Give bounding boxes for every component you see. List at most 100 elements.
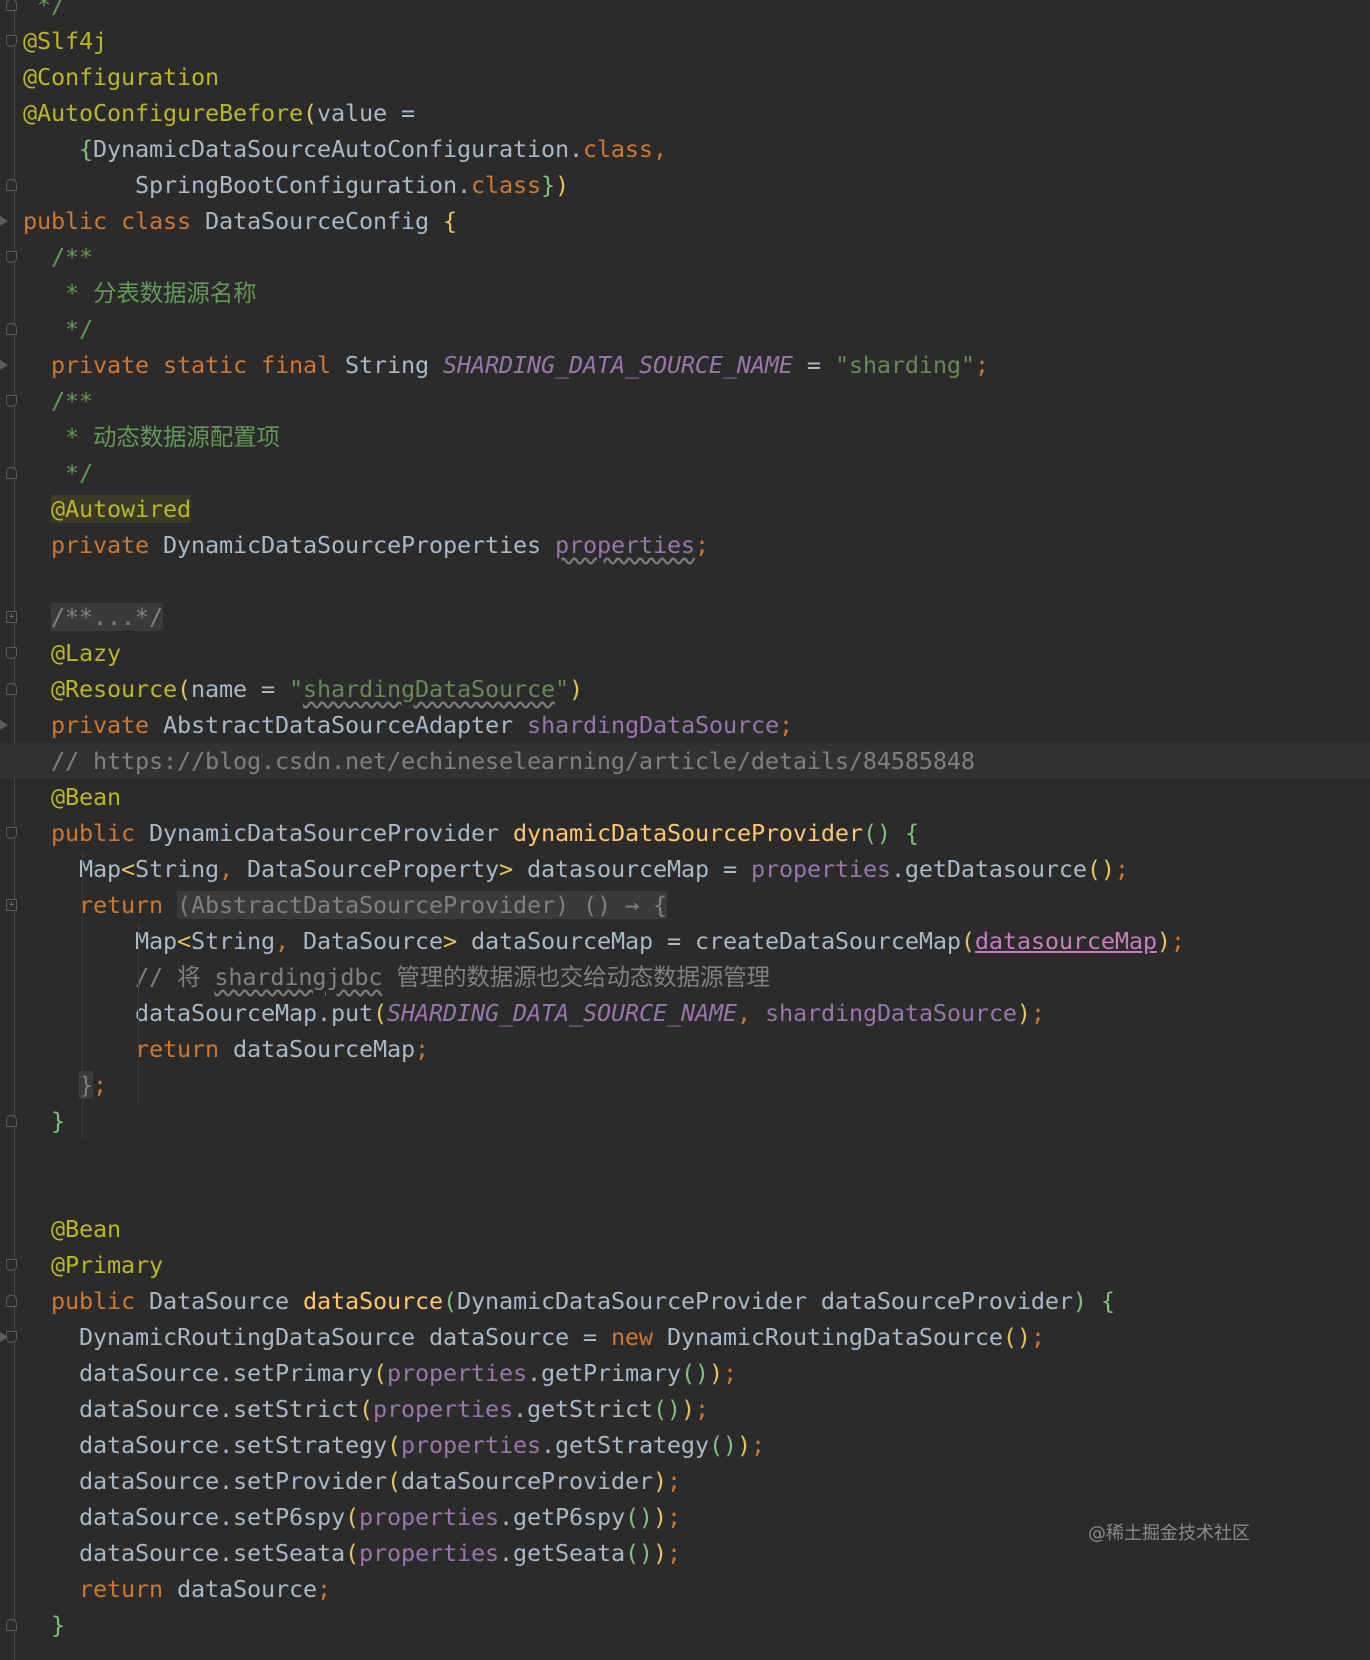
code-line[interactable] [0,1175,1370,1211]
code-line[interactable]: @AutoConfigureBefore(value = [0,95,1370,131]
code-line[interactable]: }; [0,1067,1370,1103]
code-line[interactable]: dataSource.setProvider(dataSourceProvide… [0,1463,1370,1499]
watermark: @稀土掘金技术社区 [1088,1523,1250,1544]
code-token: .getDatasource [890,855,1087,883]
code-token: " [554,675,569,703]
code-token: SpringBootConfiguration. [135,171,471,199]
code-token: DynamicDataSourceProvider dataSourceProv… [456,1287,1073,1315]
code-line[interactable]: /** [0,383,1370,419]
code-line[interactable]: SpringBootConfiguration.class}) [0,167,1370,203]
code-line[interactable] [0,1139,1370,1175]
code-line[interactable]: /** [0,239,1370,275]
code-line[interactable]: @Autowired [0,491,1370,527]
code-line[interactable]: private AbstractDataSourceAdapter shardi… [0,707,1370,743]
code-token: return [79,1575,177,1603]
code-line[interactable]: @Primary [0,1247,1370,1283]
code-token: ( [442,1287,457,1315]
code-token: String [191,927,275,955]
code-token: dataSourceMap [233,1035,415,1063]
code-line[interactable]: * 分表数据源名称 [0,275,1370,311]
code-line[interactable]: @Resource(name = "shardingDataSource") [0,671,1370,707]
code-line[interactable]: public DynamicDataSourceProvider dynamic… [0,815,1370,851]
code-token: ( [372,999,387,1027]
code-token: * 分表数据源名称 [51,279,257,307]
code-token: dataSource.setStrict [79,1395,359,1423]
code-token: ( [372,1359,387,1387]
code-token: ; [666,1539,681,1567]
code-token: () [624,1503,653,1531]
code-line[interactable]: } [0,1103,1370,1139]
code-token: ( [386,1467,401,1495]
code-line[interactable]: private static final String SHARDING_DAT… [0,347,1370,383]
code-line[interactable]: @Bean [0,779,1370,815]
code-token: ( [344,1539,359,1567]
code-token: Map [79,855,121,883]
code-line[interactable]: dataSource.setStrategy(properties.getStr… [0,1427,1370,1463]
code-line[interactable]: return (AbstractDataSourceProvider) () →… [0,887,1370,923]
code-line[interactable]: Map<String, DataSourceProperty> datasour… [0,851,1370,887]
code-line[interactable]: @Lazy [0,635,1370,671]
code-token: String [135,855,219,883]
code-line[interactable]: @Slf4j [0,23,1370,59]
code-line-text: dataSource.setSeata(properties.getSeata(… [23,1535,681,1571]
code-line[interactable]: return dataSourceMap; [0,1031,1370,1067]
code-token: properties [372,1395,513,1423]
code-line-text: // 将 shardingjdbc 管理的数据源也交给动态数据源管理 [23,959,770,995]
code-token: (AbstractDataSourceProvider) () → { [177,891,667,919]
code-token: datasourceMap = [512,855,751,883]
indent-guide [82,851,83,1139]
code-token: SHARDING_DATA_SOURCE_NAME [442,351,793,379]
code-line-text: @Autowired [23,491,191,527]
code-token: /** [51,387,93,415]
code-line[interactable]: Map<String, DataSource> dataSourceMap = … [0,923,1370,959]
code-line-text: // https://blog.csdn.net/echineselearnin… [23,743,975,779]
code-token: properties [386,1359,527,1387]
code-token: DynamicRoutingDataSource [666,1323,1003,1351]
code-editor[interactable]: + + */@Slf4j @Configuration @AutoConfigureB… [0,0,1370,1660]
code-token: dataSource [302,1287,443,1315]
code-token: */ [37,0,65,19]
code-token: ) [708,1359,723,1387]
code-line[interactable]: private DynamicDataSourceProperties prop… [0,527,1370,563]
code-line[interactable]: */ [0,311,1370,347]
code-line[interactable]: // https://blog.csdn.net/echineselearnin… [0,743,1370,779]
code-token: shardingjdbc [214,963,383,991]
code-token: { [442,207,457,235]
code-line[interactable]: return dataSource; [0,1571,1370,1607]
code-line[interactable]: DynamicRoutingDataSource dataSource = ne… [0,1319,1370,1355]
code-line[interactable]: @Bean [0,1211,1370,1247]
code-token: DynamicDataSourceAutoConfiguration. [93,135,583,163]
code-token: ( [176,675,191,703]
code-token: > [442,927,457,955]
code-line[interactable]: */ [0,0,1370,23]
code-line[interactable]: public class DataSourceConfig { [0,203,1370,239]
code-line[interactable]: */ [0,455,1370,491]
code-line-text: private DynamicDataSourceProperties prop… [23,527,709,563]
code-line-text: @Primary [23,1247,163,1283]
code-token: = [792,351,835,379]
code-token: DynamicDataSourceProvider [149,819,513,847]
code-line[interactable]: dataSource.setStrict(properties.getStric… [0,1391,1370,1427]
code-token: @Resource [51,675,177,703]
code-line[interactable]: dataSource.setPrimary(properties.getPrim… [0,1355,1370,1391]
code-line[interactable]: /**...*/ [0,599,1370,635]
code-line[interactable] [0,563,1370,599]
code-line-text: @Slf4j [23,23,107,59]
code-line[interactable]: public DataSource dataSource(DynamicData… [0,1283,1370,1319]
code-line-text: @AutoConfigureBefore(value = [23,95,429,131]
code-line[interactable]: {DynamicDataSourceAutoConfiguration.clas… [0,131,1370,167]
code-line[interactable]: @Configuration [0,59,1370,95]
code-token: .getPrimary [526,1359,681,1387]
code-line[interactable]: dataSourceMap.put(SHARDING_DATA_SOURCE_N… [0,995,1370,1031]
code-token: dataSource [177,1575,317,1603]
code-token: , [736,999,765,1027]
code-token: // https://blog.csdn.net/echineselearnin… [51,747,975,775]
code-line-text: * 分表数据源名称 [23,275,257,311]
code-line[interactable]: } [0,1607,1370,1643]
code-line-text: SpringBootConfiguration.class}) [23,167,569,203]
code-line-text: return dataSourceMap; [23,1031,429,1067]
code-token: dynamicDataSourceProvider [512,819,863,847]
code-token: ; [93,1071,107,1099]
code-line[interactable]: * 动态数据源配置项 [0,419,1370,455]
code-line[interactable]: // 将 shardingjdbc 管理的数据源也交给动态数据源管理 [0,959,1370,995]
